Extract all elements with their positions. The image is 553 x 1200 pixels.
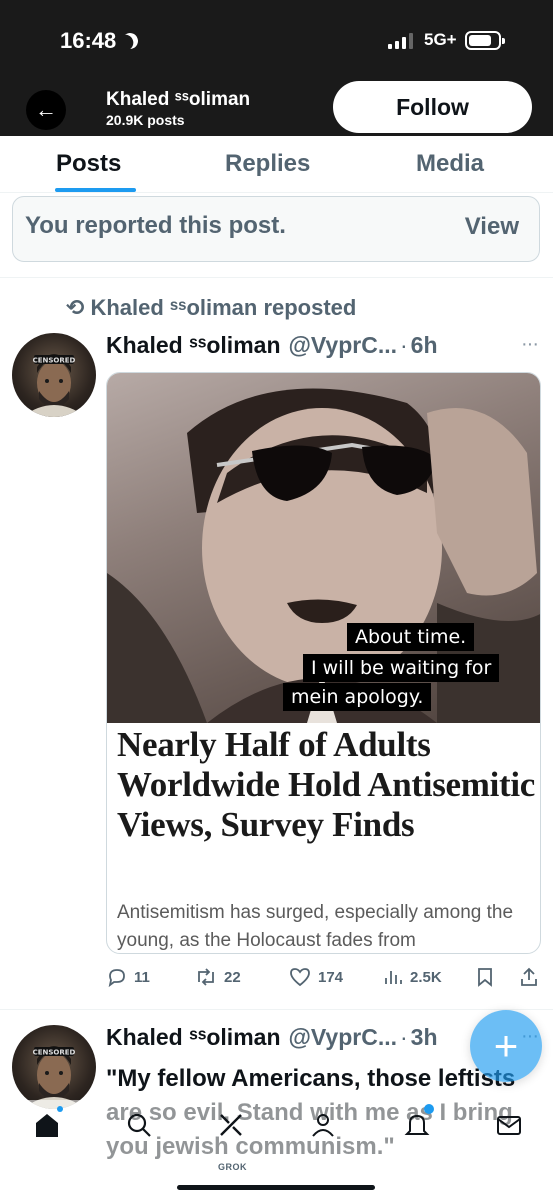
like-count: 174 xyxy=(318,968,344,986)
home-icon[interactable] xyxy=(32,1110,62,1140)
notification-badge xyxy=(424,1104,434,1114)
views-icon xyxy=(385,971,402,984)
article-dek: Antisemitism has surged, especially amon… xyxy=(117,902,514,951)
post-author-name[interactable]: Khaled ˢˢoliman xyxy=(106,332,281,359)
arrow-left-icon: ← xyxy=(35,97,57,122)
divider xyxy=(0,1009,553,1010)
post-author-name[interactable]: Khaled ˢˢoliman xyxy=(106,1024,281,1051)
bookmark-button[interactable] xyxy=(474,966,496,988)
avatar-image: CENSORED xyxy=(22,1046,86,1109)
back-button[interactable]: ← xyxy=(26,90,66,130)
post-author-handle[interactable]: @VyprC... xyxy=(289,1024,398,1051)
status-time-text: 16:48 xyxy=(60,28,117,53)
plus-icon: + xyxy=(493,1022,519,1069)
meme-caption-line: About time. xyxy=(347,623,475,651)
separator-dot: · xyxy=(400,332,408,358)
tab-media[interactable]: Media xyxy=(416,150,484,178)
avatar-label: CENSORED xyxy=(33,357,76,365)
post-time[interactable]: 3h xyxy=(411,1024,438,1051)
post-author-handle[interactable]: @VyprC... xyxy=(289,332,398,359)
grok-label: GROK xyxy=(218,1162,247,1172)
meme-caption-line: mein apology. xyxy=(283,683,432,711)
like-button[interactable]: 174 xyxy=(288,966,343,988)
messages-icon[interactable] xyxy=(494,1110,524,1140)
status-bar: 16:48 5G+ xyxy=(0,0,553,80)
bookmark-icon xyxy=(478,968,492,987)
avatar-image: CENSORED xyxy=(22,354,86,417)
repost-context: ⟲ Khaled ˢˢoliman reposted xyxy=(66,295,356,321)
post-actions: 11 22 174 2.5K xyxy=(106,966,541,996)
signal-icon xyxy=(388,33,413,49)
repost-icon xyxy=(198,968,214,986)
reply-icon xyxy=(108,969,125,988)
grok-icon[interactable] xyxy=(216,1110,246,1140)
heart-icon xyxy=(290,968,310,987)
profile-header: ← Khaled ˢˢoliman 20.9K posts Follow xyxy=(0,80,553,136)
meme-photo: About time. I will be waiting for mein a… xyxy=(107,373,540,723)
repost-count: 22 xyxy=(224,968,241,986)
profile-tabs: Posts Replies Media xyxy=(0,136,553,193)
avatar[interactable]: CENSORED xyxy=(12,1025,96,1109)
repost-button[interactable]: 22 xyxy=(194,966,241,988)
avatar-label: CENSORED xyxy=(33,1049,76,1057)
tab-posts[interactable]: Posts xyxy=(56,150,121,178)
profile-name: Khaled ˢˢoliman xyxy=(106,89,251,110)
views-count: 2.5K xyxy=(410,968,442,986)
posts-count: 20.9K posts xyxy=(106,112,185,128)
separator-dot: · xyxy=(400,1024,408,1050)
views-button[interactable]: 2.5K xyxy=(382,966,442,988)
more-options-icon[interactable]: ··· xyxy=(521,333,539,356)
post-header: Khaled ˢˢoliman @VyprC... · 3h xyxy=(106,1024,438,1051)
view-reported-button[interactable]: View xyxy=(465,213,519,241)
article-headline: Nearly Half of Adults Worldwide Hold Ant… xyxy=(117,725,536,844)
post-time[interactable]: 6h xyxy=(411,332,438,359)
status-time: 16:48 xyxy=(60,28,138,54)
moon-icon xyxy=(120,31,141,52)
share-button[interactable] xyxy=(518,966,540,988)
reply-button[interactable]: 11 xyxy=(106,966,150,988)
repost-icon: ⟲ xyxy=(66,295,85,320)
reposted-by-text: Khaled ˢˢoliman reposted xyxy=(90,295,357,320)
bell-icon[interactable] xyxy=(402,1110,432,1140)
avatar[interactable]: CENSORED xyxy=(12,333,96,417)
divider xyxy=(0,277,553,278)
home-unread-dot xyxy=(57,1106,63,1112)
share-icon xyxy=(521,967,537,986)
post-media[interactable]: About time. I will be waiting for mein a… xyxy=(106,372,541,954)
reply-count: 11 xyxy=(134,968,150,986)
battery-icon xyxy=(465,31,505,50)
communities-icon[interactable] xyxy=(308,1110,338,1140)
tab-replies[interactable]: Replies xyxy=(225,150,310,178)
search-icon[interactable] xyxy=(124,1110,154,1140)
reported-notice: You reported this post. View xyxy=(12,196,540,262)
compose-button[interactable]: + xyxy=(470,1010,542,1082)
network-type: 5G+ xyxy=(424,30,457,49)
active-tab-indicator xyxy=(55,188,136,192)
reported-text: You reported this post. xyxy=(25,212,286,239)
post-header: Khaled ˢˢoliman @VyprC... · 6h xyxy=(106,332,438,359)
follow-button[interactable]: Follow xyxy=(333,81,532,133)
home-indicator xyxy=(177,1185,375,1190)
meme-caption-line: I will be waiting for xyxy=(303,654,500,682)
